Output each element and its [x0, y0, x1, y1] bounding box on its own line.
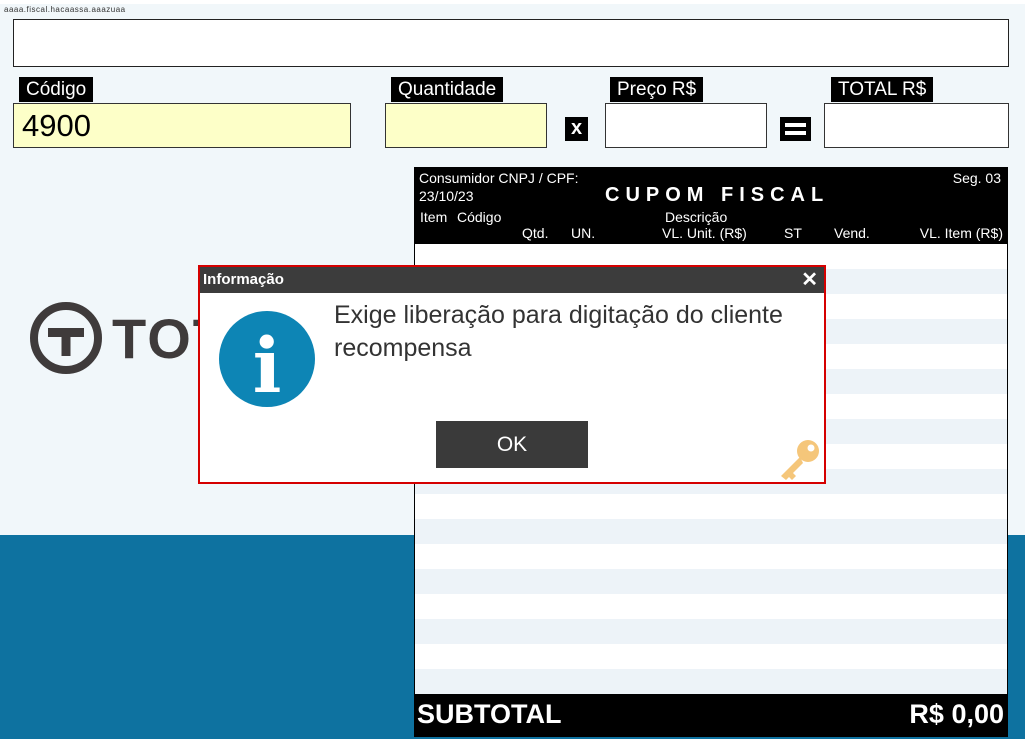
subtotal-bar: SUBTOTAL R$ 0,00: [415, 694, 1007, 736]
subtotal-label: SUBTOTAL: [417, 699, 562, 729]
dialog-message: Exige liberação para digitação do client…: [334, 301, 783, 362]
preco-label: Preço R$: [610, 77, 704, 102]
table-row: [415, 619, 1007, 644]
dialog-title: Informação: [200, 267, 824, 293]
quantidade-label: Quantidade: [391, 77, 504, 102]
totvs-logo-icon: [30, 302, 102, 374]
receipt-title: CUPOM FISCAL: [605, 184, 830, 206]
col-un: UN.: [571, 225, 596, 241]
col-item: Item: [420, 209, 448, 225]
equals-operator: [780, 117, 811, 141]
codigo-value: 4900: [22, 108, 91, 143]
table-row: [415, 494, 1007, 519]
message-bar: [13, 19, 1009, 67]
table-row: [415, 669, 1007, 694]
subtotal-value: R$ 0,00: [909, 699, 1004, 729]
quantidade-input[interactable]: [385, 103, 547, 148]
ok-button[interactable]: OK: [436, 421, 588, 468]
total-label: TOTAL R$: [831, 77, 934, 102]
col-vl-item: VL. Item (R$): [919, 225, 1003, 241]
col-codigo: Código: [457, 209, 502, 225]
receipt-date: 23/10/23: [419, 188, 474, 204]
close-icon[interactable]: ✕: [801, 267, 818, 293]
key-icon: [781, 440, 819, 480]
info-dialog: Informação ✕ i Exige liberação para digi…: [198, 265, 826, 484]
col-descricao: Descrição: [665, 209, 728, 225]
multiply-operator: x: [565, 117, 588, 141]
status-line: aaaa.fiscal.hacaassa.aaazuaa: [4, 5, 126, 14]
codigo-label: Código: [19, 77, 94, 102]
col-vend: Vend.: [834, 225, 870, 241]
table-row: [415, 644, 1007, 669]
segment-label: Seg. 03: [952, 170, 1001, 186]
table-row: [415, 569, 1007, 594]
col-st: ST: [784, 225, 802, 241]
info-icon-glyph: i: [253, 321, 282, 408]
consumer-label: Consumidor CNPJ / CPF:: [419, 170, 579, 186]
top-strip: [0, 0, 1025, 4]
codigo-input[interactable]: 4900: [13, 103, 351, 148]
col-vl-unit: VL. Unit. (R$): [662, 225, 747, 241]
table-row: [415, 594, 1007, 619]
receipt-header: Consumidor CNPJ / CPF: 23/10/23 CUPOM FI…: [415, 168, 1007, 244]
total-field[interactable]: [824, 103, 1009, 148]
col-qtd: Qtd.: [522, 225, 549, 241]
table-row: [415, 544, 1007, 569]
table-row: [415, 519, 1007, 544]
preco-field[interactable]: [605, 103, 767, 148]
info-icon: i: [219, 311, 315, 408]
